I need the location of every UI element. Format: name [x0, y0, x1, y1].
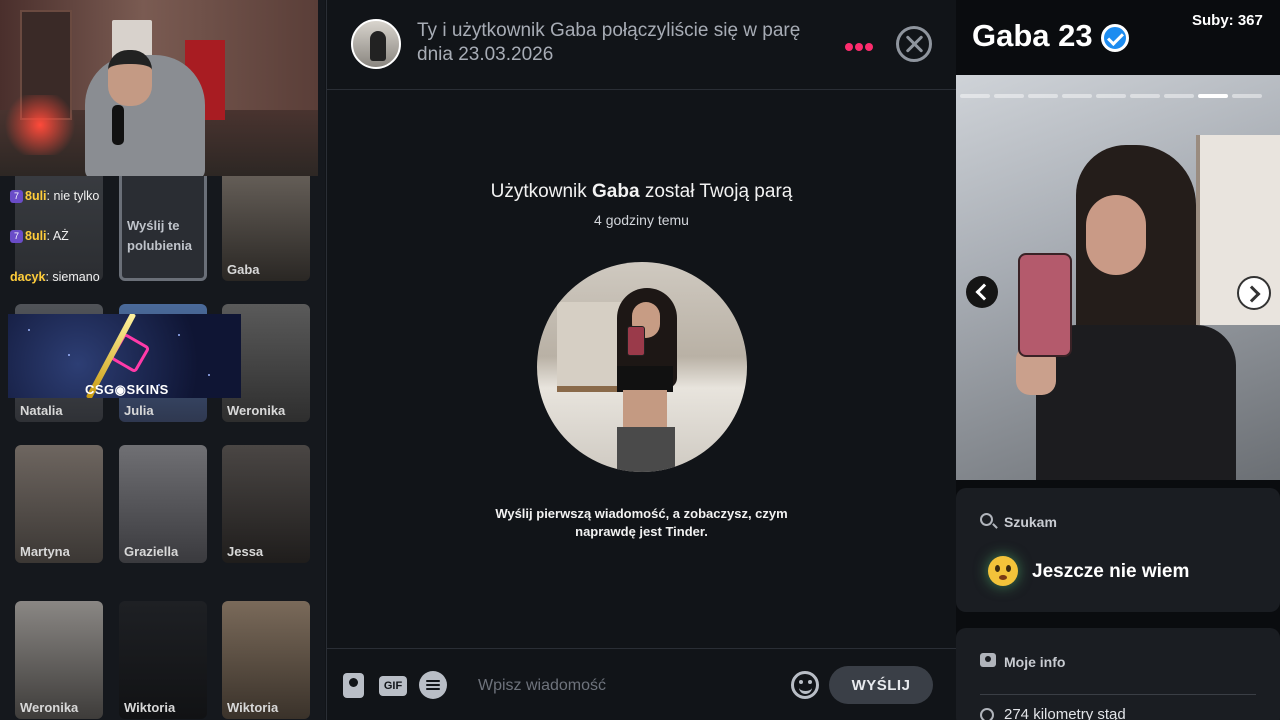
photo-pagination — [960, 85, 1276, 98]
contact-card-icon[interactable] — [343, 673, 364, 698]
match-card-name: Gaba — [227, 262, 260, 277]
microphone-icon — [112, 105, 124, 145]
match-card-wiktoria[interactable]: Wiktoria — [119, 601, 207, 719]
match-card-martyna[interactable]: Martyna — [15, 445, 103, 563]
chat-message: 7 8uli: AŻ — [10, 229, 69, 244]
match-card-gaba[interactable]: Gaba — [222, 163, 310, 281]
match-card-name: Martyna — [20, 544, 70, 559]
looking-for-section: Szukam Jeszcze nie wiem — [956, 488, 1280, 612]
chat-text: AŻ — [52, 229, 69, 243]
profile-photo[interactable] — [956, 75, 1280, 480]
divider — [980, 694, 1256, 695]
match-card-wiktoria-2[interactable]: Wiktoria — [222, 601, 310, 719]
screen: Wyślij te polubienia Gaba Natalia Julia … — [0, 0, 1280, 720]
match-card-name: Jessa — [227, 544, 264, 559]
matches-panel: Wyślij te polubienia Gaba Natalia Julia … — [0, 0, 325, 720]
match-card-graziella[interactable]: Graziella — [119, 445, 207, 563]
distance: 274 kilometry stąd — [1004, 706, 1126, 720]
phone-in-photo — [1018, 253, 1072, 357]
match-card-name: Julia — [124, 403, 154, 418]
chat-message: dacyk: siemano — [10, 270, 100, 284]
gif-button[interactable]: GIF — [379, 676, 407, 696]
chat-text: siemano — [52, 270, 100, 284]
match-card-name: Weronika — [227, 403, 286, 418]
chat-user: 8uli — [25, 229, 47, 243]
first-message-prompt: Wyślij pierwszą wiadomość, a zobaczysz, … — [495, 506, 788, 539]
emoji-icon[interactable] — [791, 671, 819, 699]
match-name: Gaba — [592, 181, 640, 202]
match-title: Użytkownik Gaba został Twoją parą — [490, 181, 793, 202]
subscriber-count: Suby: 367 — [1192, 12, 1263, 29]
verified-icon — [1101, 24, 1129, 52]
match-photo[interactable] — [537, 262, 747, 472]
id-card-icon — [980, 653, 996, 667]
match-card-weronika-2[interactable]: Weronika — [15, 601, 103, 719]
match-card-name: Graziella — [124, 544, 179, 559]
chat-user: 8uli — [25, 189, 47, 203]
conversation-panel: Ty i użytkownik Gaba połączyliście się w… — [326, 0, 956, 720]
chat-text: nie tylko — [53, 189, 100, 203]
match-card-name: Natalia — [20, 403, 63, 418]
more-options-icon[interactable] — [845, 38, 875, 51]
looking-for-title: Szukam — [1004, 514, 1057, 530]
chat-user: dacyk — [10, 270, 46, 284]
sponsor-logo: CSG◉SKINS — [85, 382, 169, 397]
webcam-overlay — [0, 0, 318, 176]
thinking-face-icon — [988, 556, 1018, 586]
match-card-name: Weronika — [20, 700, 79, 715]
match-card-name: Wiktoria — [124, 700, 176, 715]
avatar[interactable] — [351, 19, 401, 69]
likes-card[interactable]: Wyślij te polubienia — [119, 163, 207, 281]
sub-badge-icon: 7 — [10, 190, 23, 204]
match-info-text: Ty i użytkownik Gaba połączyliście się w… — [417, 20, 801, 65]
match-card-jessa[interactable]: Jessa — [222, 445, 310, 563]
my-info-section: Moje info 274 kilometry stąd — [956, 628, 1280, 720]
match-time: 4 godziny temu — [594, 212, 689, 228]
likes-card-label: Wyślij te polubienia — [127, 218, 192, 253]
location-pin-icon — [977, 705, 997, 720]
my-info-title: Moje info — [1004, 654, 1066, 670]
chat-message: 7 8uli: nie tylko — [10, 189, 100, 204]
next-photo-icon[interactable] — [1237, 276, 1271, 310]
previous-photo-icon[interactable] — [966, 276, 998, 308]
sponsor-banner: CSG◉SKINS — [8, 314, 241, 398]
profile-name: Gaba 23 — [972, 18, 1093, 53]
message-input[interactable] — [478, 672, 778, 700]
message-composer: GIF WYŚLIJ — [327, 648, 956, 720]
match-card[interactable] — [15, 163, 103, 281]
send-button[interactable]: WYŚLIJ — [829, 666, 933, 704]
looking-for-value: Jeszcze nie wiem — [1032, 561, 1190, 582]
spotify-icon[interactable] — [419, 671, 447, 699]
sub-badge-icon: 7 — [10, 230, 23, 244]
search-icon — [980, 513, 993, 526]
close-icon[interactable] — [896, 26, 932, 62]
profile-panel: Gaba 23 Suby: 367 Szukam Jeszcze nie wie… — [956, 0, 1280, 720]
match-card-name: Wiktoria — [227, 700, 279, 715]
conversation-header: Ty i użytkownik Gaba połączyliście się w… — [327, 0, 956, 90]
profile-age: 23 — [1058, 18, 1093, 53]
